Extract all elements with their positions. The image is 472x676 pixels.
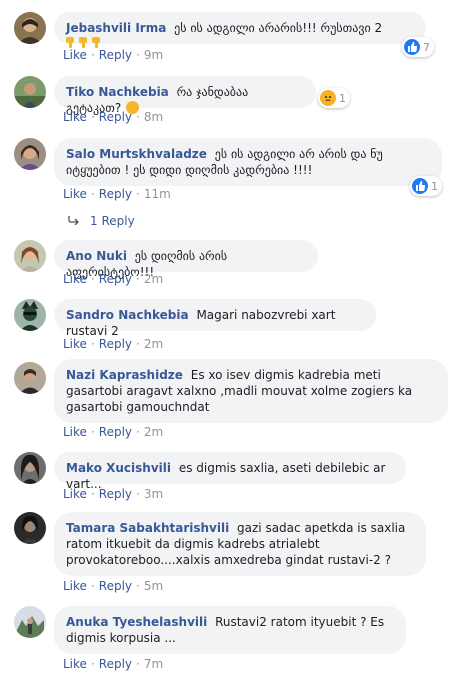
avatar[interactable] [14, 362, 46, 394]
sad-icon [320, 90, 336, 106]
separator: · [90, 579, 95, 593]
separator: · [90, 48, 95, 62]
like-icon [412, 178, 428, 194]
separator: · [136, 272, 140, 286]
like-link[interactable]: Like [63, 425, 87, 439]
timestamp[interactable]: 5m [144, 579, 163, 593]
like-link[interactable]: Like [63, 48, 87, 62]
comment-bubble: Sandro Nachkebia Magari nabozvrebi xart … [54, 299, 376, 338]
comment-actions: Like · Reply · 2m [63, 271, 163, 287]
comment-author[interactable]: Tiko Nachkebia [66, 85, 169, 99]
reply-link[interactable]: Reply [99, 337, 132, 351]
comment-author[interactable]: Anuka Tyeshelashvili [66, 615, 207, 629]
comment-actions: Like · Reply · 8m [63, 109, 163, 125]
separator: · [90, 187, 95, 201]
avatar[interactable] [14, 12, 46, 44]
comment-actions: Like · Reply · 9m [63, 47, 163, 63]
reaction-number: 1 [339, 91, 346, 105]
reply-link[interactable]: Reply [99, 187, 132, 201]
like-link[interactable]: Like [63, 487, 87, 501]
reply-link[interactable]: Reply [99, 110, 132, 124]
comment-actions: Like · Reply · 5m [63, 578, 163, 594]
timestamp[interactable]: 8m [144, 110, 163, 124]
comment-author[interactable]: Tamara Sabakhtarishvili [66, 521, 229, 535]
like-link[interactable]: Like [63, 337, 87, 351]
comment-author[interactable]: Salo Murtskhvaladze [66, 147, 207, 161]
comment-actions: Like · Reply · 2m [63, 424, 163, 440]
comment-bubble: Ano Nuki ეს დიღმის არის აფერისტებო!!! [54, 240, 318, 279]
reaction-number: 1 [431, 179, 438, 193]
comment-bubble: Salo Murtskhvaladze ეს ის ადგილი არ არის… [54, 138, 442, 186]
separator: · [90, 487, 95, 501]
separator: · [90, 425, 95, 439]
comment-author[interactable]: Jebashvili Irma [66, 21, 166, 35]
like-link[interactable]: Like [63, 657, 87, 671]
timestamp[interactable]: 3m [144, 487, 163, 501]
reply-link[interactable]: Reply [99, 487, 132, 501]
reply-link[interactable]: Reply [99, 425, 132, 439]
view-replies-link[interactable]: 1 Reply [68, 213, 135, 229]
comment-bubble: Anuka Tyeshelashvili Rustavi2 ratom ityu… [54, 606, 406, 654]
avatar[interactable] [14, 76, 46, 108]
reply-link[interactable]: Reply [99, 657, 132, 671]
like-link[interactable]: Like [63, 579, 87, 593]
comment-bubble: Tamara Sabakhtarishvili gazi sadac apetk… [54, 512, 426, 576]
timestamp[interactable]: 7m [144, 657, 163, 671]
comment-bubble: Tiko Nachkebia რა ჯანდაბაა გეტაკათ? [54, 76, 316, 115]
separator: · [136, 487, 140, 501]
separator: · [136, 657, 140, 671]
separator: · [136, 187, 140, 201]
timestamp[interactable]: 2m [144, 272, 163, 286]
separator: · [90, 272, 95, 286]
reply-arrow-icon [68, 213, 80, 229]
like-icon [404, 39, 420, 55]
comment-author[interactable]: Mako Xucishvili [66, 461, 171, 475]
comment-bubble: Jebashvili Irma ეს ის ადგილი არარის!!! რ… [54, 12, 426, 48]
comment-text: ეს ის ადგილი არარის!!! რუსთავი 2 [174, 21, 383, 35]
separator: · [136, 48, 140, 62]
comment-author[interactable]: Ano Nuki [66, 249, 127, 263]
separator: · [136, 425, 140, 439]
avatar[interactable] [14, 512, 46, 544]
comment-author[interactable]: Sandro Nachkebia [66, 308, 189, 322]
timestamp[interactable]: 9m [144, 48, 163, 62]
like-link[interactable]: Like [63, 272, 87, 286]
reaction-count[interactable]: 1 [410, 176, 442, 196]
avatar[interactable] [14, 240, 46, 272]
comment-actions: Like · Reply · 11m [63, 186, 171, 202]
like-link[interactable]: Like [63, 187, 87, 201]
separator: · [90, 110, 95, 124]
avatar[interactable] [14, 299, 46, 331]
timestamp[interactable]: 2m [144, 425, 163, 439]
reaction-count[interactable]: 1 [318, 88, 350, 108]
comment-author[interactable]: Nazi Kaprashidze [66, 368, 183, 382]
timestamp[interactable]: 11m [144, 187, 171, 201]
separator: · [90, 337, 95, 351]
comment-actions: Like · Reply · 2m [63, 336, 163, 352]
separator: · [136, 337, 140, 351]
reply-link[interactable]: Reply [99, 579, 132, 593]
comment-actions: Like · Reply · 3m [63, 486, 163, 502]
separator: · [90, 657, 95, 671]
separator: · [136, 110, 140, 124]
comment-bubble: Mako Xucishvili es digmis saxlia, aseti … [54, 452, 406, 491]
comment-actions: Like · Reply · 7m [63, 656, 163, 672]
replies-count-label: 1 Reply [90, 214, 135, 228]
like-link[interactable]: Like [63, 110, 87, 124]
comment-bubble: Nazi Kaprashidze Es xo isev digmis kadre… [54, 359, 448, 423]
avatar[interactable] [14, 138, 46, 170]
timestamp[interactable]: 2m [144, 337, 163, 351]
reaction-count[interactable]: 7 [402, 37, 434, 57]
separator: · [136, 579, 140, 593]
avatar[interactable] [14, 452, 46, 484]
avatar[interactable] [14, 606, 46, 638]
reply-link[interactable]: Reply [99, 48, 132, 62]
reaction-number: 7 [423, 40, 430, 54]
reply-link[interactable]: Reply [99, 272, 132, 286]
